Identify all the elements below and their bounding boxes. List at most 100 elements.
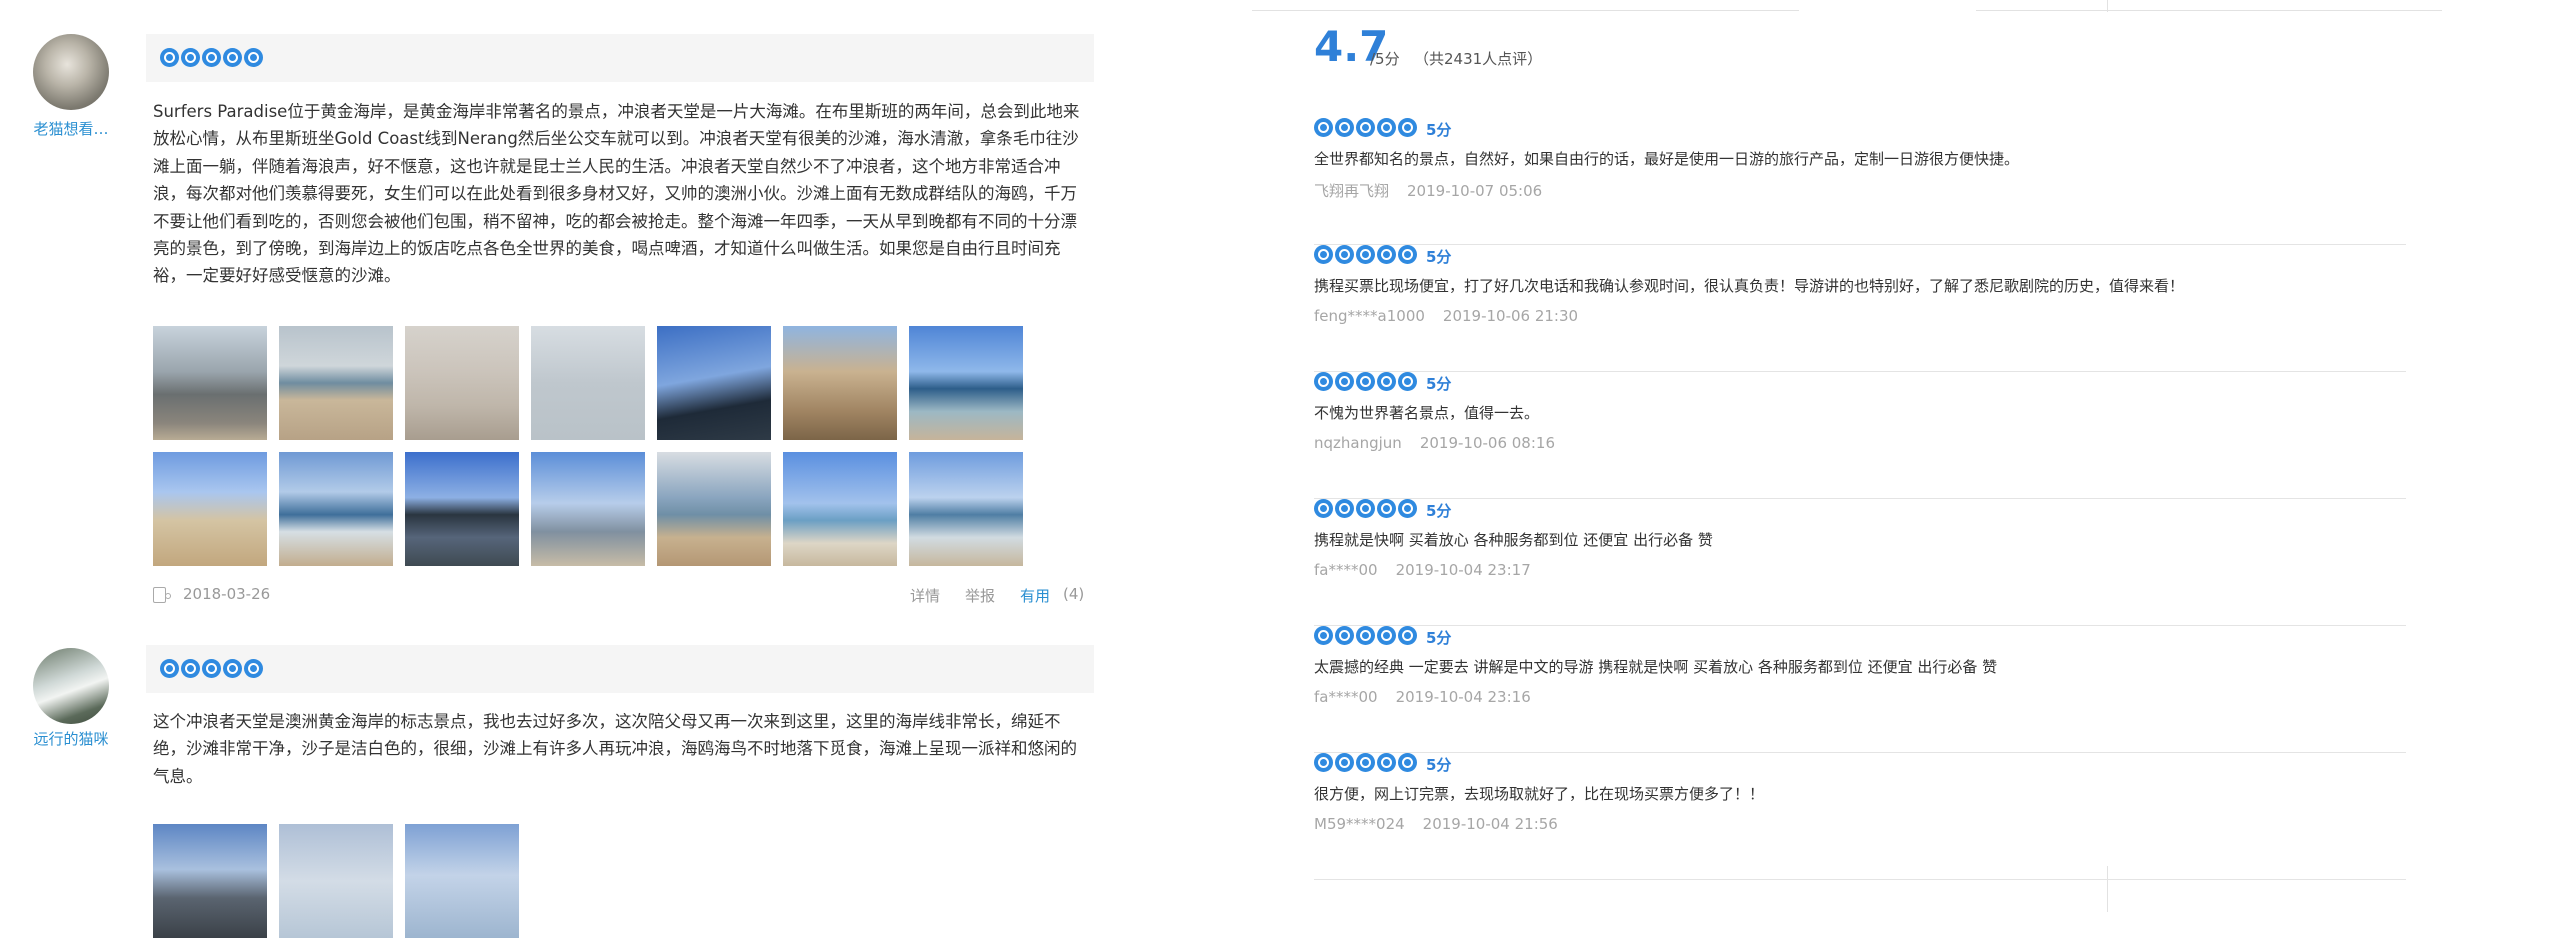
- comment-score: 5分: [1426, 756, 1452, 774]
- comment-meta: nqzhangjun 2019-10-06 08:16: [1314, 434, 1555, 452]
- comment-text: 携程买票比现场便宜，打了好几次电话和我确认参观时间，很认真负责！导游讲的也特别好…: [1314, 277, 2185, 295]
- star-icon: [1314, 245, 1333, 264]
- star-rating: [1314, 245, 1417, 264]
- photo-grid: [153, 824, 1023, 938]
- useful-link[interactable]: 有用: [1020, 585, 1050, 606]
- review-photo[interactable]: [909, 452, 1023, 566]
- review-photo[interactable]: [657, 452, 771, 566]
- star-rating: [160, 48, 263, 67]
- comment-item: 5分携程就是快啊 买着放心 各种服务都到位 还便宜 出行必备 赞 fa****00…: [1314, 499, 2406, 626]
- comment-time: 2019-10-04 21:56: [1422, 815, 1558, 833]
- user-avatar[interactable]: [33, 648, 109, 724]
- star-icon: [1314, 118, 1333, 137]
- star-icon: [1335, 626, 1354, 645]
- review-photo[interactable]: [405, 824, 519, 938]
- detail-link[interactable]: 详情: [910, 585, 940, 606]
- star-icon: [1398, 372, 1417, 391]
- comment-user: 飞翔再飞翔: [1314, 182, 1390, 200]
- comment-text: 全世界都知名的景点，自然好，如果自由行的话，最好是使用一日游的旅行产品，定制一日…: [1314, 150, 2020, 168]
- star-icon: [1356, 753, 1375, 772]
- comment-time: 2019-10-07 05:06: [1407, 182, 1543, 200]
- star-icon: [1398, 626, 1417, 645]
- review-photo[interactable]: [531, 452, 645, 566]
- review-date: 2018-03-26: [183, 585, 271, 603]
- comment-time: 2019-10-06 08:16: [1419, 434, 1555, 452]
- star-icon: [223, 659, 242, 678]
- comment-score: 5分: [1426, 629, 1452, 647]
- star-icon: [181, 659, 200, 678]
- star-icon: [1377, 372, 1396, 391]
- star-icon: [1398, 753, 1417, 772]
- star-icon: [244, 48, 263, 67]
- comment-time: 2019-10-04 23:17: [1395, 561, 1531, 579]
- phone-icon: [153, 587, 171, 603]
- user-name[interactable]: 老猫想看…: [20, 118, 122, 139]
- comment-meta: fa****00 2019-10-04 23:16: [1314, 688, 1531, 706]
- review-photo[interactable]: [909, 326, 1023, 440]
- review-photo[interactable]: [531, 326, 645, 440]
- star-icon: [1377, 626, 1396, 645]
- review-text: Surfers Paradise位于黄金海岸，是黄金海岸非常著名的景点，冲浪者天…: [153, 102, 1080, 286]
- star-icon: [1335, 245, 1354, 264]
- review-photo[interactable]: [279, 326, 393, 440]
- star-icon: [160, 659, 179, 678]
- review-photo[interactable]: [783, 326, 897, 440]
- star-rating: [1314, 372, 1417, 391]
- star-icon: [1356, 372, 1375, 391]
- comment-text: 太震撼的经典 一定要去 讲解是中文的导游 携程就是快啊 买着放心 各种服务都到位…: [1314, 658, 1998, 676]
- star-rating: [1314, 626, 1417, 645]
- comment-time: 2019-10-06 21:30: [1442, 307, 1579, 325]
- review-photo[interactable]: [783, 452, 897, 566]
- divider: [2107, 0, 2108, 12]
- user-name[interactable]: 远行的猫咪: [20, 728, 122, 749]
- comment-item: 5分很方便，网上订完票，去现场取就好了，比在现场买票方便多了！！ M59****0…: [1314, 753, 2406, 880]
- user-avatar[interactable]: [33, 34, 109, 110]
- comment-score: 5分: [1426, 121, 1452, 139]
- comment-text: 携程就是快啊 买着放心 各种服务都到位 还便宜 出行必备 赞: [1314, 531, 1713, 549]
- star-icon: [1377, 499, 1396, 518]
- useful-count: (4): [1063, 585, 1085, 603]
- review-photo[interactable]: [405, 452, 519, 566]
- review-photo[interactable]: [153, 326, 267, 440]
- star-icon: [160, 48, 179, 67]
- star-icon: [223, 48, 242, 67]
- star-icon: [1398, 118, 1417, 137]
- star-rating: [1314, 499, 1417, 518]
- review-photo[interactable]: [153, 452, 267, 566]
- star-icon: [1356, 626, 1375, 645]
- comment-user: fa****00: [1314, 688, 1378, 706]
- comment-score: 5分: [1426, 502, 1452, 520]
- review-text: 这个冲浪者天堂是澳洲黄金海岸的标志景点，我也去过好多次，这次陪父母又再一次来到这…: [153, 712, 1077, 786]
- comment-text: 很方便，网上订完票，去现场取就好了，比在现场买票方便多了！！: [1314, 785, 1765, 803]
- rating-bar: [146, 645, 1094, 693]
- rating-bar: [146, 34, 1094, 82]
- comment-user: M59****024: [1314, 815, 1405, 833]
- review-photo[interactable]: [279, 452, 393, 566]
- star-icon: [1377, 245, 1396, 264]
- star-icon: [1314, 753, 1333, 772]
- comment-score: 5分: [1426, 248, 1452, 266]
- review-photo[interactable]: [657, 326, 771, 440]
- star-rating: [1314, 118, 1417, 137]
- report-link[interactable]: 举报: [965, 585, 995, 606]
- review-count: （共2431人点评）: [1414, 50, 1543, 68]
- star-icon: [181, 48, 200, 67]
- comment-meta: M59****024 2019-10-04 21:56: [1314, 815, 1558, 833]
- comment-user: fa****00: [1314, 561, 1378, 579]
- star-icon: [1314, 372, 1333, 391]
- comment-item: 5分携程买票比现场便宜，打了好几次电话和我确认参观时间，很认真负责！导游讲的也特…: [1314, 245, 2406, 372]
- comment-user: feng****a1000: [1314, 307, 1425, 325]
- comment-item: 5分 不愧为世界著名景点，值得一去。 nqzhangjun 2019-10-06 08…: [1314, 372, 2406, 499]
- star-icon: [1377, 118, 1396, 137]
- star-rating: [160, 659, 263, 678]
- review-photo[interactable]: [279, 824, 393, 938]
- divider: [1976, 10, 2442, 11]
- comment-meta: feng****a1000 2019-10-06 21:30: [1314, 307, 1578, 325]
- star-icon: [1356, 118, 1375, 137]
- review-photo[interactable]: [405, 326, 519, 440]
- star-rating: [1314, 753, 1417, 772]
- comment-item: 5分太震撼的经典 一定要去 讲解是中文的导游 携程就是快啊 买着放心 各种服务都…: [1314, 626, 2406, 753]
- review-photo[interactable]: [153, 824, 267, 938]
- score-unit: /5分: [1370, 50, 1400, 68]
- star-icon: [1335, 753, 1354, 772]
